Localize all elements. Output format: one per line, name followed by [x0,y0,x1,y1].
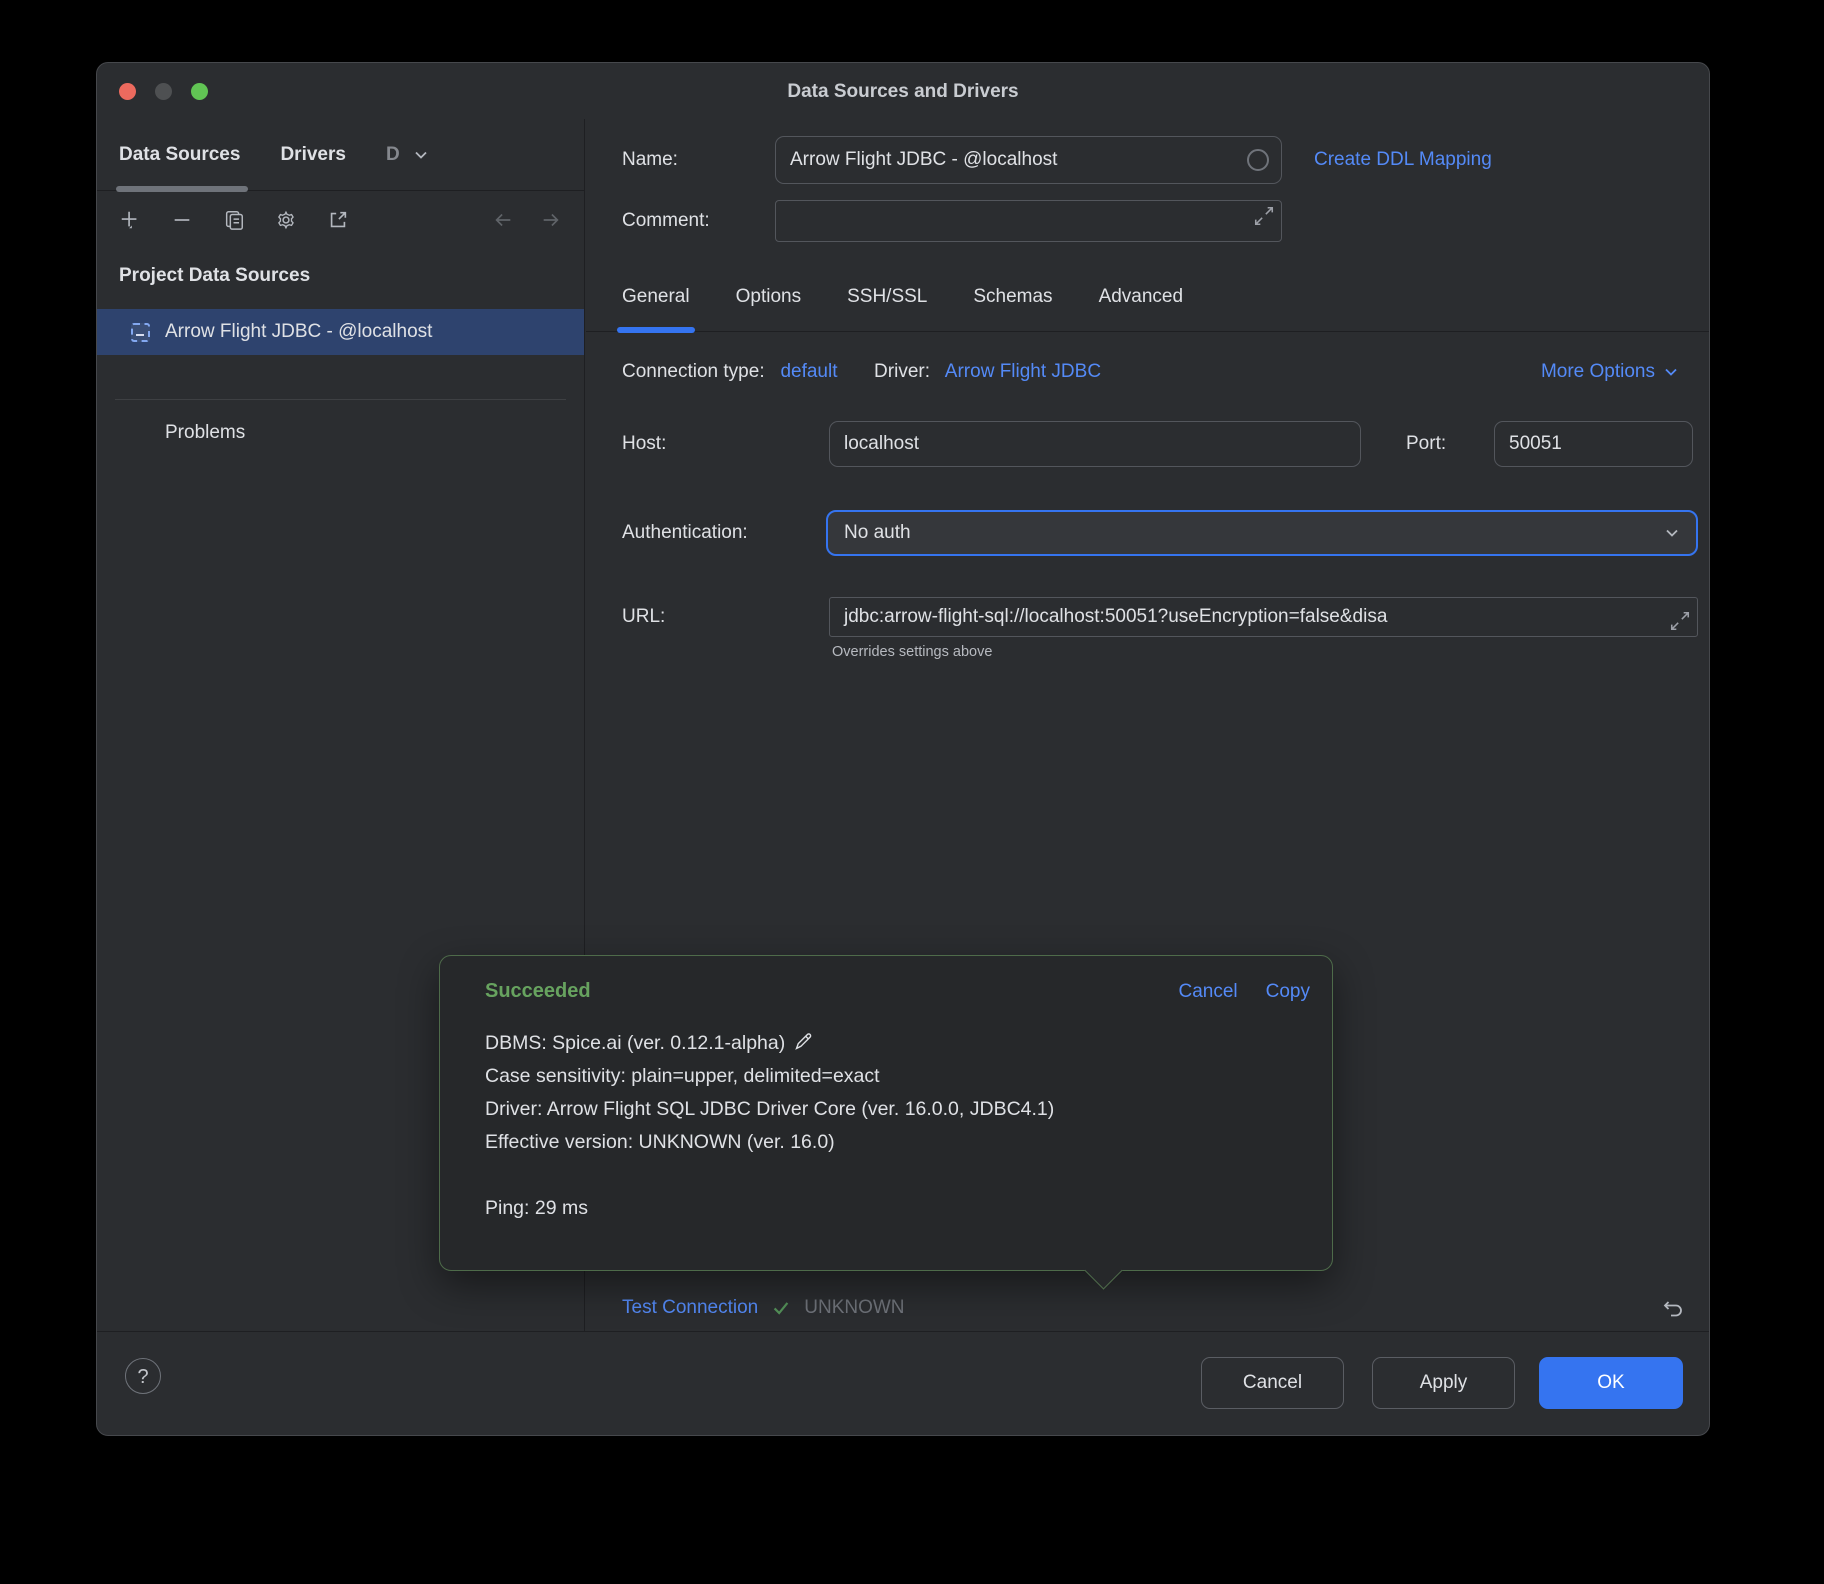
url-input[interactable]: jdbc:arrow-flight-sql://localhost:50051?… [829,597,1698,637]
cancel-button[interactable]: Cancel [1201,1357,1344,1409]
remove-icon[interactable] [171,209,193,231]
name-label: Name: [622,136,678,184]
pencil-icon[interactable] [793,1031,814,1052]
chevron-down-icon [1663,364,1679,380]
name-value: Arrow Flight JDBC - @localhost [790,149,1057,171]
popup-line-version: Effective version: UNKNOWN (ver. 16.0) [485,1126,1310,1159]
tab-schemas[interactable]: Schemas [973,269,1052,332]
authentication-select[interactable]: No auth [826,510,1698,556]
sidebar-tab-bar: Data Sources Drivers D [97,119,584,191]
ok-button[interactable]: OK [1539,1357,1683,1409]
tab-general[interactable]: General [622,269,690,332]
host-label: Host: [622,421,666,467]
name-input[interactable]: Arrow Flight JDBC - @localhost [775,136,1282,184]
authentication-label: Authentication: [622,510,748,556]
host-input[interactable]: localhost [829,421,1361,467]
url-value: jdbc:arrow-flight-sql://localhost:50051?… [844,606,1387,628]
tab-options[interactable]: Options [736,269,801,332]
test-connection-link[interactable]: Test Connection [622,1297,758,1319]
sidebar-divider [115,399,566,400]
title-bar: Data Sources and Drivers [97,63,1709,119]
comment-input[interactable] [775,200,1282,242]
check-icon [770,1297,792,1319]
port-label: Port: [1406,421,1446,467]
help-icon[interactable]: ? [125,1358,161,1394]
popup-line-case: Case sensitivity: plain=upper, delimited… [485,1060,1310,1093]
data-source-icon [131,323,150,342]
popup-line-dbms: DBMS: Spice.ai (ver. 0.12.1-alpha) [485,1027,1310,1060]
data-source-label: Arrow Flight JDBC - @localhost [165,321,432,343]
connection-type-label: Connection type: [622,361,765,382]
tab-ssh-ssl[interactable]: SSH/SSL [847,269,927,332]
comment-label: Comment: [622,200,710,242]
window-title: Data Sources and Drivers [97,63,1709,119]
data-sources-dialog: Data Sources and Drivers Data Sources Dr… [96,62,1710,1436]
popup-line-driver: Driver: Arrow Flight SQL JDBC Driver Cor… [485,1093,1310,1126]
popup-status: Succeeded [485,980,591,1003]
url-caption: Overrides settings above [832,644,992,660]
tab-ddl-mappings-truncated[interactable]: D [386,119,429,191]
url-label: URL: [622,597,665,637]
settings-tab-bar: General Options SSH/SSL Schemas Advanced [586,269,1709,332]
authentication-value: No auth [844,522,911,544]
open-in-new-icon[interactable] [327,209,349,231]
connection-type-row: Connection type: default Driver: Arrow F… [622,349,1679,395]
port-input[interactable]: 50051 [1494,421,1693,467]
popup-cancel-link[interactable]: Cancel [1178,981,1237,1003]
sidebar-item-problems[interactable]: Problems [97,412,584,454]
sidebar-toolbar [97,191,584,249]
bottom-bar: ? Cancel Apply OK [97,1331,1709,1435]
test-status-text: UNKNOWN [804,1297,904,1319]
gear-icon[interactable] [275,209,297,231]
connection-type-link[interactable]: default [780,361,837,382]
expand-icon[interactable] [1253,205,1275,227]
test-connection-popup: Succeeded Cancel Copy DBMS: Spice.ai (ve… [439,955,1333,1271]
circle-indicator-icon [1247,149,1269,171]
back-icon[interactable] [492,209,514,231]
popup-copy-link[interactable]: Copy [1266,981,1310,1003]
project-data-sources-header: Project Data Sources [119,261,584,291]
forward-icon[interactable] [540,209,562,231]
apply-button[interactable]: Apply [1372,1357,1515,1409]
tab-drivers[interactable]: Drivers [280,119,346,191]
expand-icon[interactable] [1669,610,1691,632]
sidebar-item-arrow-flight-jdbc[interactable]: Arrow Flight JDBC - @localhost [97,309,584,355]
undo-icon[interactable] [1661,1296,1685,1320]
tab-data-sources[interactable]: Data Sources [119,119,240,191]
popup-line-ping: Ping: 29 ms [485,1192,1310,1225]
chevron-down-icon [413,147,429,163]
chevron-down-icon [1664,525,1680,541]
tab-advanced[interactable]: Advanced [1099,269,1184,332]
create-ddl-mapping-link[interactable]: Create DDL Mapping [1314,136,1492,184]
port-value: 50051 [1509,433,1562,455]
driver-link[interactable]: Arrow Flight JDBC [945,361,1101,382]
more-options-link[interactable]: More Options [1541,349,1679,395]
host-value: localhost [844,433,919,455]
add-icon[interactable] [119,209,141,231]
test-connection-row: Test Connection UNKNOWN [586,1284,1709,1332]
driver-label: Driver: [874,361,930,382]
duplicate-icon[interactable] [223,209,245,231]
